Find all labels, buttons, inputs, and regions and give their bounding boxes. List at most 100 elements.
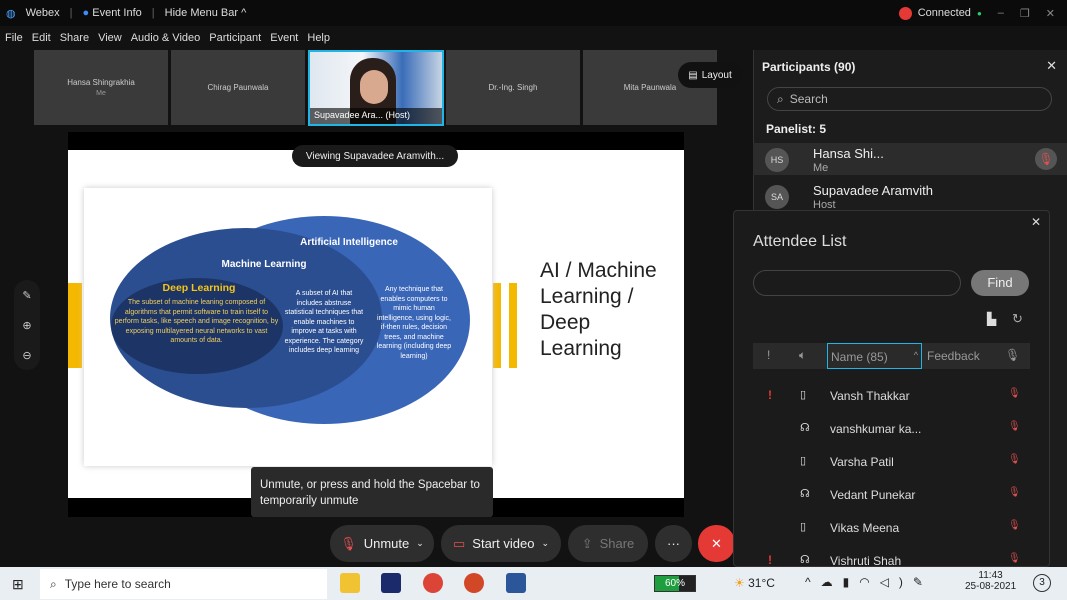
zoom-out-icon[interactable]: ⊖ [22, 349, 31, 362]
export-icon[interactable]: ▙ [987, 312, 996, 326]
chrome-icon[interactable] [423, 573, 443, 593]
participant-row[interactable]: SA Supavadee Aramvith Host [753, 180, 1067, 212]
notification-center-icon[interactable]: 3 [1033, 574, 1051, 592]
attendee-search-input[interactable] [753, 270, 961, 296]
find-button[interactable]: Find [971, 270, 1029, 296]
name-column-header[interactable]: Name (85) ^ [827, 343, 922, 369]
refresh-icon[interactable]: ↻ [1012, 311, 1023, 327]
menu-file[interactable]: File [5, 32, 23, 44]
webex-logo-icon: ◍ [6, 7, 16, 20]
host-video-tile[interactable]: Supavadee Ara... (Host) [308, 50, 444, 126]
event-info-button[interactable]: ● Event Info [83, 7, 142, 19]
avatar: SA [765, 185, 789, 209]
dl-label: Deep Learning [162, 282, 236, 294]
minimize-button[interactable]: – [998, 7, 1004, 19]
headset-icon: ☊ [800, 422, 810, 434]
name-column-label: Name (85) [831, 350, 888, 364]
attendee-row[interactable]: ☊ Vedant Punekar 🎙︎ [754, 485, 1034, 507]
participant-name: Hansa Shi... [813, 146, 884, 161]
unmute-tooltip: Unmute, or press and hold the Spacebar t… [251, 467, 493, 517]
menu-audio-video[interactable]: Audio & Video [131, 32, 201, 44]
attendee-row[interactable]: ▯ Varsha Patil 🎙︎ [754, 452, 1034, 474]
video-tile[interactable]: Hansa Shingrakhia Me [34, 50, 168, 125]
muted-mic-icon[interactable]: 🎙︎ [1008, 388, 1021, 399]
dl-text: The subset of machine leaning composed o… [114, 299, 279, 344]
audio-column-icon[interactable]: 🔈︎ [799, 348, 806, 363]
share-icon: ⇪ [581, 535, 593, 551]
panelist-header[interactable]: Panelist: 5 [766, 122, 826, 136]
zoom-in-icon[interactable]: ⊕ [22, 319, 31, 332]
layout-label: Layout [701, 69, 732, 81]
muted-mic-icon[interactable]: 🎙︎ [1008, 520, 1021, 531]
attendee-row[interactable]: ☊ vanshkumar ka... 🎙︎ [754, 419, 1034, 441]
muted-mic-icon[interactable]: 🎙︎ [1008, 421, 1021, 432]
attendee-row[interactable]: ! ▯ Vansh Thakkar 🎙︎ [754, 386, 1034, 408]
windows-start-icon[interactable]: ⊞ [12, 576, 24, 593]
taskbar-search-input[interactable]: ⌕ Type here to search [40, 569, 327, 599]
venn-diagram: Artificial Intelligence Machine Learning… [84, 188, 492, 466]
menu-view[interactable]: View [98, 32, 122, 44]
start-video-button[interactable]: ▭ Start video ⌄ [441, 525, 561, 562]
close-window-button[interactable]: ✕ [1046, 7, 1055, 20]
phone-icon: ▯ [800, 389, 807, 401]
attendee-name: Vansh Thakkar [830, 389, 910, 403]
tile-name: Supavadee Ara... (Host) [310, 108, 442, 124]
menu-help[interactable]: Help [307, 32, 330, 44]
muted-mic-icon[interactable]: 🎙︎ [1008, 487, 1021, 498]
dialog-title: Attendee List [753, 233, 847, 250]
record-icon[interactable] [898, 6, 912, 20]
more-options-button[interactable]: ··· [655, 525, 692, 562]
word-icon[interactable] [506, 573, 526, 593]
attendee-row[interactable]: ▯ Vikas Meena 🎙︎ [754, 518, 1034, 540]
restore-button[interactable]: ❐ [1020, 7, 1030, 20]
close-dialog-button[interactable]: ✕ [1031, 215, 1041, 229]
feedback-column-header[interactable]: Feedback [927, 349, 980, 363]
weather-widget[interactable]: ☀ 31°C [734, 576, 775, 590]
muted-mic-icon[interactable]: 🎙︎ [1008, 553, 1021, 564]
chevron-down-icon[interactable]: ⌄ [416, 538, 424, 549]
search-placeholder: Search [789, 92, 828, 106]
participant-search-input[interactable]: ⌕ Search [767, 87, 1052, 111]
webex-app-icon[interactable] [381, 573, 401, 593]
unmute-button[interactable]: 🎙︎ Unmute ⌄ [330, 525, 434, 562]
muted-mic-icon[interactable]: 🎙︎ [1035, 148, 1057, 170]
attendee-name: Varsha Patil [830, 455, 894, 469]
menu-share[interactable]: Share [60, 32, 89, 44]
leave-button[interactable]: ✕ [698, 525, 735, 562]
chevron-down-icon[interactable]: ⌄ [541, 538, 549, 549]
participant-row[interactable]: HS Hansa Shi... Me 🎙︎ [753, 143, 1067, 175]
title-bar: ◍ Webex | ● Event Info | Hide Menu Bar ^ C… [0, 0, 1067, 26]
slide-accent [493, 283, 501, 368]
mic-column-icon[interactable]: 🎙︎ [1005, 348, 1020, 362]
attendee-name: Vishruti Shah [830, 554, 902, 568]
share-button[interactable]: ⇪ Share [568, 525, 648, 562]
muted-mic-icon: 🎙︎ [340, 535, 357, 551]
search-icon: ⌕ [50, 576, 57, 591]
file-explorer-icon[interactable] [340, 573, 360, 593]
attendee-name: Vikas Meena [830, 521, 900, 535]
muted-mic-icon[interactable]: 🎙︎ [1008, 454, 1021, 465]
close-panel-button[interactable]: ✕ [1046, 58, 1057, 74]
alert-column-icon[interactable]: ! [767, 348, 770, 362]
pen-icon[interactable]: ✎ [22, 289, 31, 302]
attendee-name: vanshkumar ka... [830, 422, 922, 436]
date: 25-08-2021 [965, 581, 1017, 592]
tile-name: Chirag Paunwala [207, 83, 269, 92]
connected-dot-icon: ● [976, 8, 982, 18]
headset-icon: ☊ [800, 488, 810, 500]
app-name: Webex [25, 7, 60, 19]
hide-menu-bar-button[interactable]: Hide Menu Bar ^ [165, 7, 247, 19]
layout-button[interactable]: ▤ Layout [678, 62, 742, 88]
menu-edit[interactable]: Edit [32, 32, 51, 44]
layout-icon: ▤ [688, 69, 698, 81]
clock[interactable]: 11:43 25-08-2021 [965, 570, 1016, 592]
tray-icons[interactable]: ^☁▮◠◁)✎ [805, 575, 933, 589]
attendee-name: Vedant Punekar [830, 488, 916, 502]
battery-indicator[interactable]: 60% [654, 575, 696, 592]
menu-participant[interactable]: Participant [209, 32, 261, 44]
menu-event[interactable]: Event [270, 32, 298, 44]
time: 11:43 [978, 570, 1003, 581]
powerpoint-icon[interactable] [464, 573, 484, 593]
video-tile[interactable]: Chirag Paunwala [171, 50, 305, 125]
video-tile[interactable]: Dr.-Ing. Singh [446, 50, 580, 125]
